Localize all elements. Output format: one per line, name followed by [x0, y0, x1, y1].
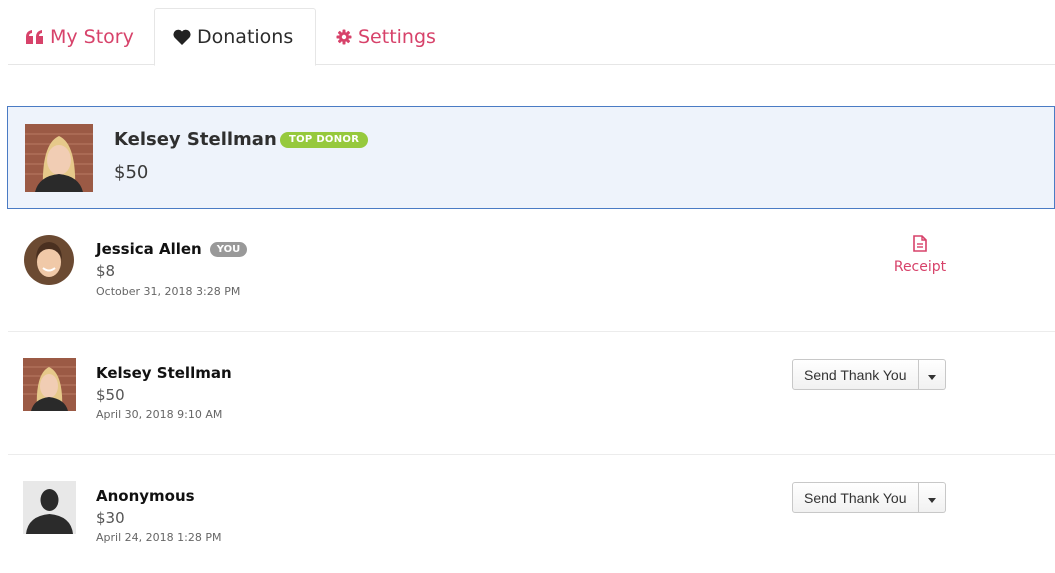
send-thank-you-group: Send Thank You [792, 359, 946, 390]
avatar [25, 124, 93, 192]
donor-name: Anonymous [96, 487, 195, 505]
donation-amount: $50 [114, 162, 149, 183]
send-thank-you-group: Send Thank You [792, 482, 946, 513]
send-thank-you-button[interactable]: Send Thank You [792, 359, 919, 390]
list-item: Anonymous $30 April 24, 2018 1:28 PM Sen… [0, 455, 1055, 573]
avatar [24, 235, 74, 285]
heart-icon [173, 29, 191, 45]
top-donor-badge: TOP DONOR [280, 132, 369, 148]
tab-donations[interactable]: Donations [154, 8, 316, 66]
receipt-link[interactable]: Receipt [880, 235, 960, 275]
donor-name: Kelsey Stellman [114, 129, 277, 150]
avatar [23, 358, 76, 411]
tab-bar: My Story Donations Settings [8, 8, 1055, 66]
tab-my-story[interactable]: My Story [26, 8, 134, 65]
tab-label: Settings [358, 25, 436, 48]
dropdown-toggle[interactable] [918, 482, 946, 513]
donation-amount: $30 [96, 509, 125, 527]
donation-amount: $50 [96, 386, 125, 404]
caret-down-icon [927, 365, 936, 384]
donation-amount: $8 [96, 262, 116, 280]
donor-name: Kelsey Stellman [96, 364, 232, 382]
you-badge: YOU [209, 242, 248, 257]
tab-settings[interactable]: Settings [336, 8, 436, 65]
avatar [23, 481, 76, 534]
donation-date: April 24, 2018 1:28 PM [96, 531, 222, 544]
receipt-icon [913, 235, 927, 256]
donation-date: April 30, 2018 9:10 AM [96, 408, 223, 421]
tab-label: My Story [50, 25, 134, 48]
gear-icon [336, 29, 352, 45]
donor-name: Jessica Allen [96, 240, 202, 258]
tab-label: Donations [197, 26, 294, 48]
quote-icon [26, 29, 44, 44]
donation-date: October 31, 2018 3:28 PM [96, 285, 241, 298]
receipt-label: Receipt [893, 259, 947, 275]
top-donor-card: Kelsey Stellman TOP DONOR $50 [7, 106, 1055, 209]
caret-down-icon [927, 488, 936, 507]
donor-name-row: Jessica Allen YOU [96, 240, 248, 258]
send-thank-you-button[interactable]: Send Thank You [792, 482, 919, 513]
dropdown-toggle[interactable] [918, 359, 946, 390]
list-item: Kelsey Stellman $50 April 30, 2018 9:10 … [0, 332, 1055, 455]
